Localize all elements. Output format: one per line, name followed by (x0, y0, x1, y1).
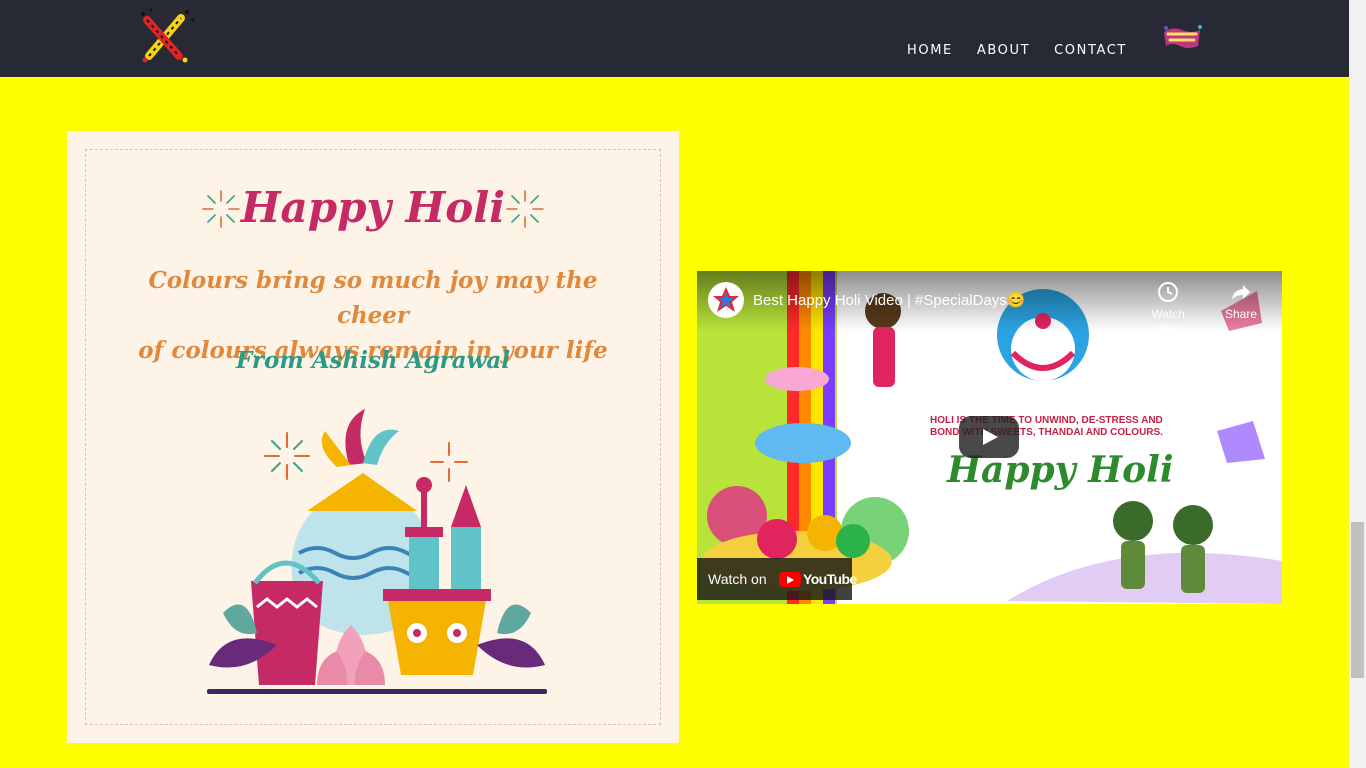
card-title: Happy Holi (240, 183, 506, 232)
share-arrow-icon (1232, 285, 1250, 300)
youtube-wordmark: YouTube (803, 571, 857, 587)
crossed-pichkari-icon (141, 8, 195, 63)
page-scrollbar[interactable] (1349, 0, 1366, 768)
share-label: Share (1224, 307, 1258, 321)
navbar: HOME ABOUT CONTACT (0, 0, 1349, 77)
watch-later-label: Watch later (1151, 307, 1185, 335)
main-nav: HOME ABOUT CONTACT (907, 43, 1151, 58)
play-button[interactable] (959, 416, 1019, 458)
watch-on-youtube-button[interactable]: Watch on YouTube (697, 558, 857, 600)
clock-icon (1158, 282, 1178, 302)
video-title-bar: Best Happy Holi Video | #SpecialDays😊 Wa… (697, 271, 1282, 335)
happy-holi-badge[interactable] (1160, 24, 1204, 50)
watch-later-button[interactable]: Watch later (1138, 281, 1198, 335)
youtube-logo: YouTube (779, 571, 857, 587)
card-message-line1: Colours bring so much joy may the cheer (148, 267, 598, 329)
nav-home[interactable]: HOME (907, 43, 953, 58)
holi-greeting-card: Happy Holi Colours bring so much joy may… (67, 131, 679, 743)
logo[interactable] (135, 6, 199, 66)
video-title[interactable]: Best Happy Holi Video | #SpecialDays😊 (753, 291, 1025, 309)
channel-avatar[interactable] (708, 282, 744, 318)
channel-star-icon (713, 287, 739, 312)
card-from: From Ashish Agrawal (235, 347, 511, 374)
holi-colour-pots-illustration (207, 409, 547, 694)
nav-about[interactable]: ABOUT (977, 43, 1030, 58)
happy-holi-badge-icon (1164, 25, 1202, 48)
nav-contact[interactable]: CONTACT (1054, 43, 1127, 58)
scrollbar-thumb[interactable] (1351, 522, 1364, 678)
youtube-video-embed[interactable]: HOLI IS THE TIME TO UNWIND, DE-STRESS AN… (697, 271, 1282, 604)
share-button[interactable]: Share (1211, 281, 1271, 321)
watch-on-label: Watch on (708, 571, 767, 587)
youtube-play-icon (779, 571, 801, 587)
